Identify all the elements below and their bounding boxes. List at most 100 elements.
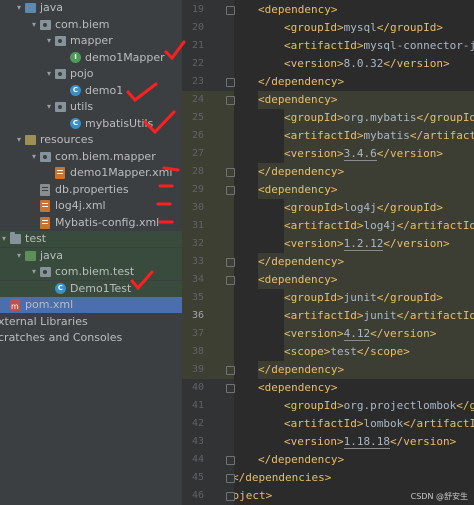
xml-value: mysql xyxy=(343,21,377,34)
code-line[interactable]: <artifactId>lombok</artifactId> xyxy=(284,415,474,433)
fold-marker-icon[interactable] xyxy=(226,384,235,393)
code-line[interactable]: </dependencies> xyxy=(234,469,474,487)
tree-item[interactable]: ▾ com.biem xyxy=(0,17,182,33)
tree-item[interactable]: ▾ java xyxy=(0,0,182,16)
code-line[interactable]: <version>8.0.32</version> xyxy=(284,55,474,73)
chevron-down-icon[interactable]: ▾ xyxy=(14,0,24,16)
xml-tag: <version> xyxy=(284,147,344,160)
xml-tag: </groupId> xyxy=(376,21,443,34)
code-editor[interactable]: <dependency> <groupId>mysql</groupId> <art… xyxy=(234,0,474,505)
xml-tag: </version> xyxy=(383,57,450,70)
tree-item[interactable]: xternal Libraries xyxy=(0,314,182,330)
chevron-down-icon[interactable]: ▾ xyxy=(29,149,39,165)
fold-marker-icon[interactable] xyxy=(226,492,235,501)
tree-item[interactable]: cratches and Consoles xyxy=(0,330,182,346)
code-line[interactable]: </dependency> xyxy=(258,361,474,379)
code-line[interactable]: <groupId>log4j</groupId> xyxy=(284,199,474,217)
chevron-down-icon[interactable]: ▾ xyxy=(29,264,39,280)
code-line[interactable]: <artifactId>log4j</artifactId> xyxy=(284,217,474,235)
code-line[interactable]: <dependency> xyxy=(258,1,474,19)
tree-item[interactable]: db.properties xyxy=(0,182,182,198)
xml-tag: <groupId> xyxy=(284,201,344,214)
tree-item-label: com.biem xyxy=(55,17,110,31)
code-line[interactable]: <version>1.18.18</version> xyxy=(284,433,474,451)
tree-item[interactable]: pom.xml xyxy=(0,297,182,315)
code-line[interactable]: <artifactId>mysql-connector-java</artifa… xyxy=(284,37,474,55)
chevron-down-icon[interactable]: ▾ xyxy=(44,66,54,82)
code-line[interactable]: <version>4.12</version> xyxy=(284,325,474,343)
code-line[interactable]: <version>3.4.6</version> xyxy=(284,145,474,163)
fold-marker-icon[interactable] xyxy=(226,456,235,465)
xml-tag: <dependency> xyxy=(258,3,338,16)
xml-file-icon xyxy=(55,167,65,179)
line-number: 36 xyxy=(191,310,204,321)
chevron-down-icon[interactable]: ▾ xyxy=(44,99,54,115)
xml-value: 3.4.6 xyxy=(343,147,377,161)
code-line[interactable]: <artifactId>mybatis</artifactId> xyxy=(284,127,474,145)
code-line[interactable]: <dependency> xyxy=(258,271,474,289)
fold-marker-icon[interactable] xyxy=(226,258,235,267)
chevron-down-icon[interactable]: ▾ xyxy=(29,17,39,33)
code-line[interactable]: </dependency> xyxy=(258,73,474,91)
tree-item[interactable]: ▾ java xyxy=(0,247,182,264)
line-number: 19 xyxy=(191,4,204,15)
tree-item-label: com.biem.test xyxy=(55,265,135,278)
tree-item[interactable]: Idemo1Mapper xyxy=(0,50,182,66)
tree-item-label: java xyxy=(40,1,64,14)
chevron-down-icon[interactable]: ▾ xyxy=(44,33,54,49)
xml-tag: <artifactId> xyxy=(284,129,364,142)
tree-item[interactable]: ▾ pojo xyxy=(0,66,182,82)
code-line[interactable]: </dependency> xyxy=(258,253,474,271)
code-line[interactable]: <dependency> xyxy=(258,91,474,109)
xml-tag: </groupId> xyxy=(376,291,443,304)
code-line[interactable]: <groupId>org.mybatis</groupId> xyxy=(284,109,474,127)
fold-marker-icon[interactable] xyxy=(226,6,235,15)
code-line[interactable]: <groupId>junit</groupId> xyxy=(284,289,474,307)
code-line[interactable]: <scope>test</scope> xyxy=(284,343,474,361)
tree-item[interactable]: Cdemo1 xyxy=(0,83,182,99)
fold-marker-icon[interactable] xyxy=(226,366,235,375)
xml-tag: </scope> xyxy=(356,345,410,358)
tree-item-label: pojo xyxy=(70,67,94,80)
tree-item[interactable]: ▾ com.biem.test xyxy=(0,264,182,280)
tree-item[interactable]: log4j.xml xyxy=(0,198,182,214)
resources-folder-icon xyxy=(25,135,36,145)
tree-item[interactable]: CmybatisUtils xyxy=(0,116,182,132)
code-line[interactable]: </dependency> xyxy=(258,451,474,469)
chevron-down-icon[interactable]: ▾ xyxy=(0,231,9,247)
xml-value: junit xyxy=(363,309,397,322)
fold-marker-icon[interactable] xyxy=(226,96,235,105)
code-line[interactable]: <groupId>mysql</groupId> xyxy=(284,19,474,37)
tree-item[interactable]: ▾ com.biem.mapper xyxy=(0,149,182,165)
fold-marker-icon[interactable] xyxy=(226,186,235,195)
code-line[interactable]: <groupId>org.projectlombok</groupId> xyxy=(284,397,474,415)
code-line[interactable]: <version>1.2.12</version> xyxy=(284,235,474,253)
tree-item-label: Demo1Test xyxy=(70,281,132,295)
fold-marker-icon[interactable] xyxy=(226,78,235,87)
chevron-down-icon[interactable]: ▾ xyxy=(14,248,24,264)
code-line[interactable]: </dependency> xyxy=(258,163,474,181)
fold-marker-icon[interactable] xyxy=(226,474,235,483)
tree-item[interactable]: demo1Mapper.xml xyxy=(0,165,182,181)
fold-marker-icon[interactable] xyxy=(226,276,235,285)
package-icon xyxy=(55,69,66,79)
xml-tag: </dependency> xyxy=(258,165,345,178)
code-line[interactable]: <dependency> xyxy=(258,379,474,397)
xml-value: log4j xyxy=(343,201,377,214)
tree-item[interactable]: Mybatis-config.xml xyxy=(0,215,182,231)
xml-tag: </version> xyxy=(383,237,450,250)
tree-item[interactable]: ▾ resources xyxy=(0,132,182,148)
code-line[interactable]: <artifactId>junit</artifactId> xyxy=(284,307,474,325)
class-icon: C xyxy=(70,84,81,96)
code-line[interactable]: <dependency> xyxy=(258,181,474,199)
tree-item[interactable]: ▾ test xyxy=(0,231,182,247)
chevron-down-icon[interactable]: ▾ xyxy=(14,132,24,148)
line-number: 40 xyxy=(191,382,204,393)
fold-marker-icon[interactable] xyxy=(226,168,235,177)
line-number: 37 xyxy=(191,328,204,339)
tree-item[interactable]: ▾ utils xyxy=(0,99,182,115)
tree-item[interactable]: C Demo1Test xyxy=(0,280,182,297)
xml-tag: <artifactId> xyxy=(284,39,364,52)
tree-item-label: db.properties xyxy=(55,182,129,196)
tree-item[interactable]: ▾ mapper xyxy=(0,33,182,49)
